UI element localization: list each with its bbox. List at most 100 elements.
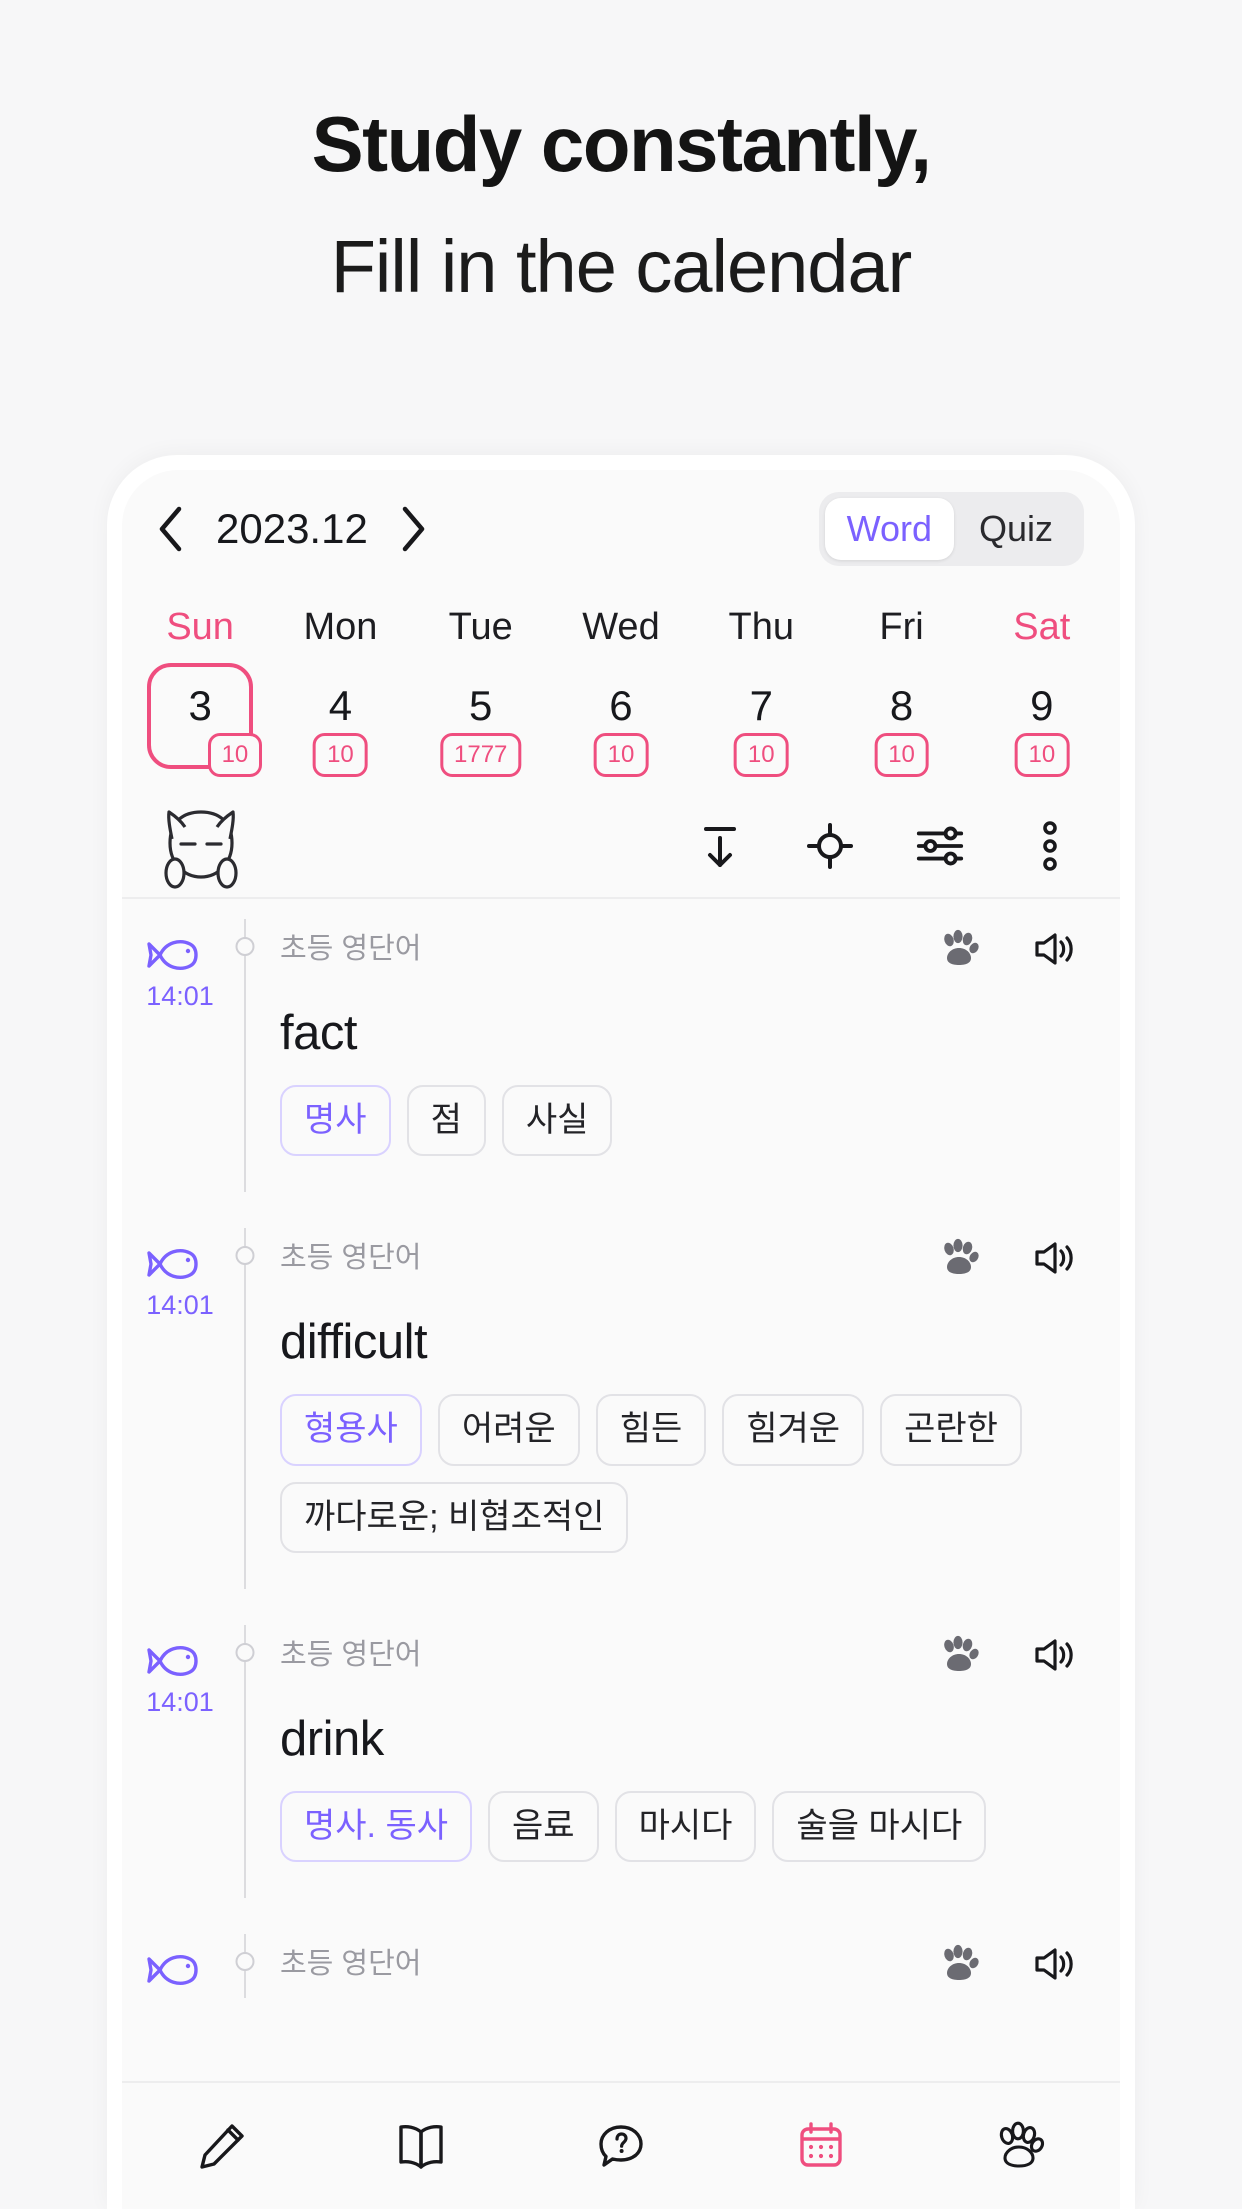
entry-tags: 명사 점 사실 [280,1084,1076,1157]
tag-meaning[interactable]: 힘든 [595,1394,707,1466]
timeline-line [244,1228,246,1589]
toolbar-icons [694,820,1076,872]
weekday-row: Sun Mon Tue Wed Thu Fri Sat [122,588,1120,649]
entry-word: difficult [280,1315,428,1370]
target-icon [807,823,853,869]
paw-icon [944,1945,979,1981]
fish-icon [147,1955,198,1986]
tag-pos[interactable]: 명사 [280,1084,391,1157]
speaker-icon [1035,1639,1073,1671]
entry-top-row: 초등 영단어 [280,1635,1076,1687]
speaker-button[interactable] [1032,929,1076,969]
list-toolbar [122,795,1120,899]
filter-button[interactable] [914,820,966,872]
day-cell-9[interactable]: 9 10 [972,675,1112,785]
chevron-left-icon [159,506,182,552]
tag-meaning[interactable]: 사실 [501,1084,613,1157]
entry-time: 14:01 [146,1686,214,1717]
paw-button[interactable] [938,1944,980,1984]
entry-tags: 명사. 동사 음료 마시다 술을 마시다 [280,1790,1076,1863]
entry-time: 14:01 [146,1290,214,1321]
day-count-badge: 10 [207,733,263,777]
tag-meaning[interactable]: 음료 [488,1790,599,1863]
day-cell-6[interactable]: 6 10 [551,675,691,785]
speaker-button[interactable] [1032,1635,1076,1675]
entry-actions [938,1238,1076,1278]
entry-body: 초등 영단어 [258,1625,1076,1896]
timeline-dot [235,937,255,956]
app-header: 2023.12 Word Quiz [122,470,1120,588]
day-cell-4[interactable]: 4 10 [270,675,410,785]
paw-button[interactable] [938,929,980,969]
tag-meaning[interactable]: 점 [406,1084,486,1157]
tab-word[interactable]: Word [824,498,954,560]
target-button[interactable] [804,820,856,872]
pencil-icon [200,2124,244,2169]
collapse-down-button[interactable] [694,820,746,872]
tag-meaning[interactable]: 곤란한 [880,1394,1022,1466]
tag-pos[interactable]: 형용사 [280,1394,422,1466]
entry-rail [122,1934,232,1996]
timeline [232,1934,258,1999]
filter-sliders-icon [916,826,964,866]
entry-top-row: 초등 영단어 [280,1944,1076,1996]
headline: Study constantly, Fill in the calendar [0,0,1242,306]
speaker-button[interactable] [1032,1944,1076,1984]
weekday-wed: Wed [582,606,660,648]
next-month-button[interactable] [382,498,444,560]
day-count-badge: 10 [593,733,649,777]
fish-icon [147,1249,198,1280]
day-cell-5[interactable]: 5 1777 [411,675,551,785]
weekday-mon: Mon [303,606,378,648]
speaker-icon [1035,933,1073,965]
tag-meaning[interactable]: 마시다 [614,1790,757,1863]
mode-segmented-control: Word Quiz [818,492,1084,566]
day-number: 5 [469,682,493,729]
timeline-line [244,919,246,1193]
speaker-button[interactable] [1032,1238,1076,1278]
nav-calendar[interactable] [721,2083,921,2209]
prev-month-button[interactable] [140,498,202,560]
day-cell-7[interactable]: 7 10 [691,675,831,785]
day-count-badge: 10 [733,733,789,777]
tag-meaning[interactable]: 술을 마시다 [772,1790,987,1863]
paw-button[interactable] [938,1635,980,1675]
entry-category: 초등 영단어 [280,933,422,965]
nav-book[interactable] [322,2083,522,2209]
entry-rail: 14:01 [122,1625,232,1896]
tag-meaning[interactable]: 까다로운; 비협조적인 [280,1481,629,1553]
entry-actions [938,1635,1076,1675]
speaker-icon [1035,1948,1073,1980]
nav-quiz[interactable] [521,2083,721,2209]
word-entry[interactable]: 14:01 초등 영단어 [122,1587,1120,1899]
nav-paw[interactable] [920,2083,1120,2209]
tag-meaning[interactable]: 어려운 [437,1394,580,1466]
timeline-dot [235,1642,255,1662]
word-list[interactable]: 14:01 초등 영단어 fact 명사 점 사실 14:01 초등 영단어 d… [122,899,1120,2081]
word-entry[interactable]: 14:01 초등 영단어 [122,899,1120,1193]
paw-button[interactable] [938,1238,980,1278]
word-entry[interactable]: 14:01 초등 영단어 [122,1190,1120,1589]
entry-word: drink [280,1711,384,1766]
tag-meaning[interactable]: 힘겨운 [722,1394,865,1466]
fish-icon [147,940,198,970]
day-number: 6 [609,682,633,729]
day-count-badge: 1777 [440,733,522,777]
more-options-button[interactable] [1024,820,1076,872]
chevron-right-icon [402,506,425,552]
paw-icon [944,929,979,965]
day-cell-3[interactable]: 3 10 [130,663,270,785]
weekday-sat: Sat [1013,606,1071,648]
timeline [232,1228,258,1589]
entry-actions [938,1944,1076,1984]
word-entry[interactable]: 초등 영단어 [122,1896,1120,1999]
month-label[interactable]: 2023.12 [202,505,382,553]
headline-line-2: Fill in the calendar [330,224,913,308]
weekday-sun: Sun [166,606,234,648]
entry-spacer [280,1862,1076,1896]
tab-quiz[interactable]: Quiz [954,498,1078,560]
day-cell-8[interactable]: 8 10 [831,675,971,785]
nav-write[interactable] [122,2083,322,2209]
day-count-badge: 10 [313,733,368,777]
tag-pos[interactable]: 명사. 동사 [280,1790,473,1863]
